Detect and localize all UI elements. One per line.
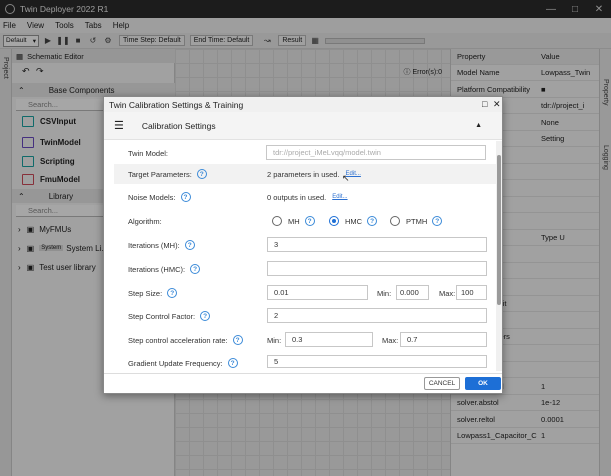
accel-min-value: 0.3 bbox=[292, 335, 303, 344]
label-text: Gradient Update Frequency: bbox=[128, 358, 223, 368]
cancel-button[interactable]: CANCEL bbox=[424, 377, 460, 390]
accel-max-input[interactable]: 0.7 bbox=[400, 332, 487, 347]
iterations-hmc-input[interactable] bbox=[267, 261, 487, 276]
section-title: Calibration Settings bbox=[141, 120, 216, 131]
step-size-input[interactable]: 0.01 bbox=[267, 285, 368, 300]
twin-model-value: tdr://project_iMeLvqq/model.twin bbox=[273, 148, 381, 157]
algorithm-label: Algorithm: bbox=[128, 214, 162, 228]
help-icon[interactable]: ? bbox=[432, 216, 443, 226]
scrollbar-thumb[interactable] bbox=[497, 155, 501, 305]
label-text: Iterations (MH): bbox=[128, 240, 180, 250]
target-parameters-label: Target Parameters:? bbox=[128, 167, 207, 181]
help-icon[interactable]: ? bbox=[304, 216, 315, 226]
gradient-frequency-label: Gradient Update Frequency:? bbox=[128, 356, 238, 370]
ptmh-radio[interactable] bbox=[390, 216, 400, 226]
help-icon[interactable]: ? bbox=[167, 288, 178, 298]
min-text: Min: bbox=[267, 335, 282, 345]
step-max-value: 100 bbox=[461, 288, 474, 297]
accel-max-label: Max: bbox=[382, 333, 398, 347]
step-min-input[interactable]: 0.000 bbox=[396, 285, 429, 300]
dialog-footer: CANCEL OK bbox=[104, 373, 502, 393]
mouse-cursor-icon: ↖ bbox=[342, 173, 350, 183]
step-size-label: Step Size:? bbox=[128, 286, 178, 300]
label-text: Target Parameters: bbox=[128, 169, 192, 179]
help-icon[interactable]: ? bbox=[196, 169, 207, 179]
twin-model-field[interactable]: tdr://project_iMeLvqq/model.twin bbox=[266, 145, 486, 160]
label-text: Step Control Factor: bbox=[128, 311, 196, 321]
help-icon[interactable]: ? bbox=[200, 311, 211, 321]
label-text: Step Size: bbox=[128, 288, 163, 298]
dialog-title: Twin Calibration Settings & Training bbox=[109, 99, 244, 110]
dialog-title-bar: Twin Calibration Settings & Training □ ✕ bbox=[104, 97, 502, 112]
calibration-dialog: Twin Calibration Settings & Training □ ✕… bbox=[103, 96, 503, 394]
mh-label: MH bbox=[288, 216, 300, 226]
label-text: Algorithm: bbox=[128, 216, 162, 226]
noise-models-label: Noise Models:? bbox=[128, 190, 191, 204]
dialog-close-icon[interactable]: ✕ bbox=[493, 99, 501, 110]
iter-mh-value: 3 bbox=[274, 240, 279, 249]
noise-models-value: 0 outputs in used. Edit... bbox=[267, 190, 348, 204]
label-text: Noise Models: bbox=[128, 192, 176, 202]
help-icon[interactable]: ? bbox=[232, 335, 243, 345]
help-icon[interactable]: ? bbox=[190, 264, 201, 274]
ptmh-label: PTMH bbox=[406, 216, 428, 226]
grad-value: 5 bbox=[274, 357, 279, 366]
gradient-frequency-input[interactable]: 5 bbox=[267, 355, 487, 368]
hmc-radio[interactable] bbox=[329, 216, 339, 226]
ok-button[interactable]: OK bbox=[465, 377, 501, 390]
acceleration-rate-label: Step control acceleration rate:? bbox=[128, 333, 243, 347]
hmc-label: HMC bbox=[345, 216, 363, 226]
mh-radio[interactable] bbox=[272, 216, 282, 226]
help-icon[interactable]: ? bbox=[184, 240, 195, 250]
help-icon[interactable]: ? bbox=[180, 192, 191, 202]
step-control-factor-input[interactable]: 2 bbox=[267, 308, 487, 323]
step-max-input[interactable]: 100 bbox=[456, 285, 487, 300]
label-text: Iterations (HMC): bbox=[128, 264, 186, 274]
edit-noise-link[interactable]: Edit... bbox=[332, 194, 347, 200]
collapse-up-icon[interactable]: ▲ bbox=[475, 122, 482, 129]
dialog-scrollbar[interactable] bbox=[496, 141, 502, 371]
label-text: Twin Model: bbox=[128, 148, 169, 158]
step-max-label: Max: bbox=[439, 286, 455, 300]
accel-min-label: Min: bbox=[267, 333, 281, 347]
min-text: Min: bbox=[377, 288, 392, 298]
target-value-text: 2 parameters in used. bbox=[267, 169, 340, 179]
step-size-value: 0.01 bbox=[274, 288, 289, 297]
iterations-mh-input[interactable]: 3 bbox=[267, 237, 487, 252]
sliders-icon: ☰ bbox=[114, 120, 124, 132]
restore-icon[interactable]: □ bbox=[482, 99, 487, 109]
twin-model-label: Twin Model: bbox=[128, 146, 168, 160]
iterations-mh-label: Iterations (MH):? bbox=[128, 238, 195, 252]
step-factor-value: 2 bbox=[274, 311, 279, 320]
step-control-factor-label: Step Control Factor:? bbox=[128, 309, 211, 323]
help-icon[interactable]: ? bbox=[367, 216, 378, 226]
accel-min-input[interactable]: 0.3 bbox=[285, 332, 373, 347]
label-text: Step control acceleration rate: bbox=[128, 335, 228, 345]
algorithm-hmc-option[interactable]: HMC? bbox=[329, 214, 378, 228]
help-icon[interactable]: ? bbox=[227, 358, 238, 368]
step-min-label: Min: bbox=[377, 286, 391, 300]
noise-value-text: 0 outputs in used. bbox=[267, 192, 327, 202]
algorithm-ptmh-option[interactable]: PTMH? bbox=[390, 214, 443, 228]
max-text: Max: bbox=[439, 288, 456, 298]
iterations-hmc-label: Iterations (HMC):? bbox=[128, 262, 201, 276]
accel-max-value: 0.7 bbox=[407, 335, 418, 344]
step-min-value: 0.000 bbox=[400, 288, 419, 297]
max-text: Max: bbox=[382, 335, 399, 345]
calibration-settings-header[interactable]: ☰ Calibration Settings ▲ bbox=[104, 112, 502, 140]
algorithm-mh-option[interactable]: MH? bbox=[272, 214, 315, 228]
